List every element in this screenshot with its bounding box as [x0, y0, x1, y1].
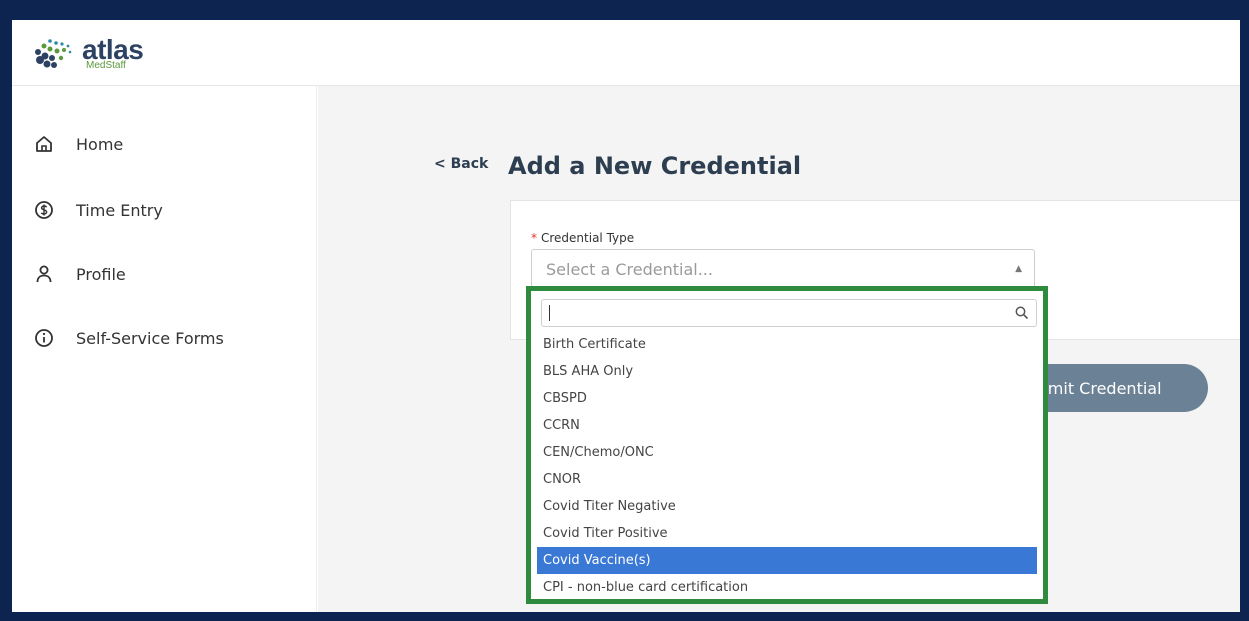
dropdown-option[interactable]: BLS AHA Only: [537, 358, 1037, 385]
dropdown-options-list: Birth Certificate BLS AHA Only CBSPD CCR…: [537, 331, 1037, 601]
sidebar-item-label: Home: [76, 134, 124, 154]
home-icon: [36, 136, 52, 152]
app-window: atlas MedStaff Home Time Entry Profile S…: [12, 20, 1240, 612]
dropdown-option[interactable]: CEN/Chemo/ONC: [537, 439, 1037, 466]
credential-type-select[interactable]: Select a Credential... ▲: [531, 249, 1035, 289]
credential-type-label: * Credential Type: [531, 231, 634, 245]
caret-up-icon: ▲: [1015, 264, 1022, 274]
sidebar-item-home[interactable]: Home: [34, 130, 123, 158]
required-marker: *: [531, 231, 537, 245]
credential-type-placeholder: Select a Credential...: [546, 260, 713, 279]
logo-subtitle: MedStaff: [86, 60, 126, 71]
text-cursor: [549, 305, 550, 321]
sidebar-item-profile[interactable]: Profile: [34, 260, 126, 288]
dropdown-search-input[interactable]: [541, 299, 1037, 327]
dropdown-option[interactable]: CNOR: [537, 466, 1037, 493]
credential-type-label-text: Credential Type: [541, 231, 635, 245]
dropdown-option[interactable]: Covid Titer Positive: [537, 520, 1037, 547]
dropdown-option[interactable]: CCRN: [537, 412, 1037, 439]
sidebar: Home Time Entry Profile Self-Service For…: [12, 86, 317, 612]
dropdown-option[interactable]: Covid Titer Negative: [537, 493, 1037, 520]
sidebar-item-label: Self-Service Forms: [76, 328, 224, 348]
credential-dropdown-panel: Birth Certificate BLS AHA Only CBSPD CCR…: [526, 286, 1048, 604]
atlas-logo[interactable]: atlas MedStaff: [30, 34, 170, 74]
back-link[interactable]: < Back: [434, 156, 488, 172]
page-title: Add a New Credential: [508, 152, 802, 180]
sidebar-item-time-entry[interactable]: Time Entry: [34, 196, 163, 224]
dropdown-option[interactable]: CBSPD: [537, 385, 1037, 412]
user-icon: [36, 265, 52, 283]
top-bar: atlas MedStaff: [12, 20, 1240, 86]
sidebar-item-self-service-forms[interactable]: Self-Service Forms: [34, 324, 224, 352]
dropdown-option[interactable]: CPI - non-blue card certification: [537, 574, 1037, 601]
dropdown-option-highlighted[interactable]: Covid Vaccine(s): [537, 547, 1037, 574]
dropdown-option[interactable]: Birth Certificate: [537, 331, 1037, 358]
sidebar-item-label: Time Entry: [76, 200, 163, 220]
submit-credential-label: omit Credential: [1038, 378, 1162, 398]
globe-logo-icon: [35, 39, 72, 68]
sidebar-item-label: Profile: [76, 264, 126, 284]
dollar-circle-icon: [35, 201, 53, 219]
search-icon: [1015, 306, 1029, 320]
info-circle-icon: [35, 329, 53, 347]
